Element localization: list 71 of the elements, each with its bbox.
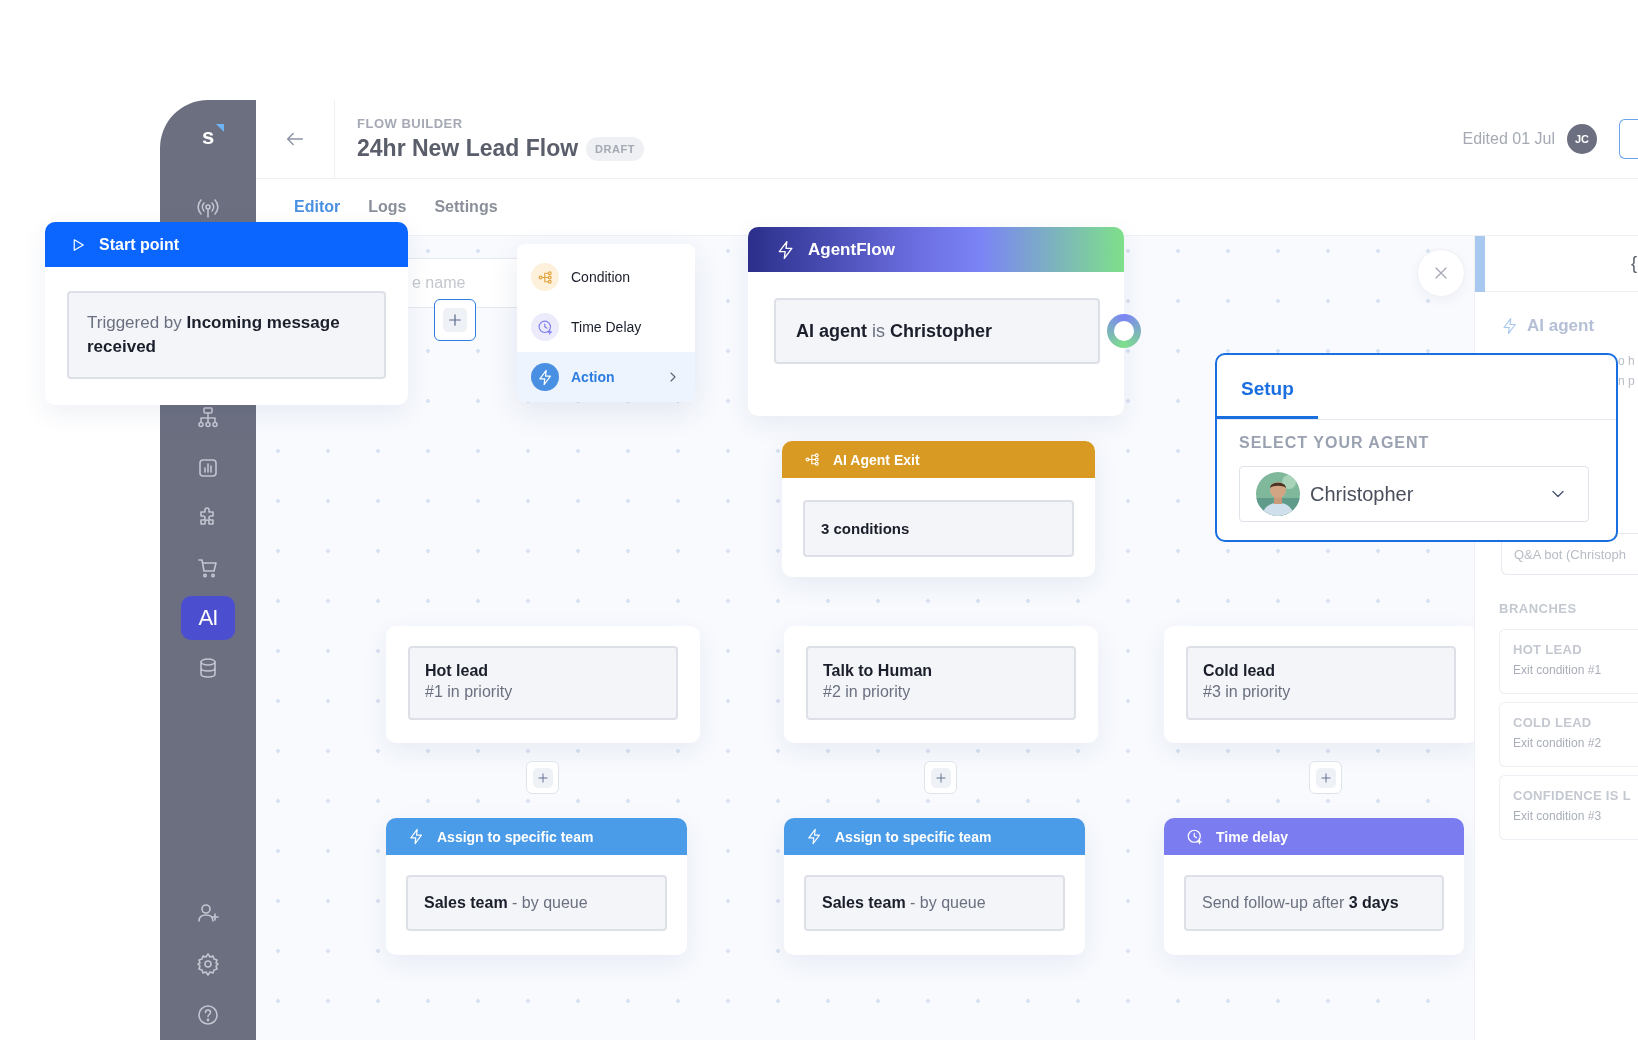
logo-mark-icon xyxy=(216,124,225,132)
tab[interactable]: Editor xyxy=(294,194,341,220)
hierarchy-icon xyxy=(196,406,220,430)
branch-item[interactable]: HOT LEAD Exit condition #1 xyxy=(1499,629,1638,694)
branch-priority: #1 in priority xyxy=(425,683,514,701)
flow-title: 24hr New Lead Flow xyxy=(357,135,579,162)
lightning-icon xyxy=(1501,317,1519,335)
panel-text: o h xyxy=(1618,354,1635,368)
lightning-icon xyxy=(408,828,425,845)
branch-name: COLD LEAD xyxy=(1513,715,1593,730)
chart-icon xyxy=(196,456,220,480)
close-button[interactable] xyxy=(1417,249,1465,297)
branch-item[interactable]: COLD LEAD Exit condition #2 xyxy=(1499,702,1638,767)
branch-title: Talk to Human xyxy=(823,662,934,680)
branch-priority: #3 in priority xyxy=(1203,683,1292,701)
panel-title: AI agent xyxy=(1527,316,1595,336)
header-button[interactable] xyxy=(1619,119,1638,159)
branch-item[interactable]: CONFIDENCE IS L Exit condition #3 xyxy=(1499,775,1638,840)
node-title: Assign to specific team xyxy=(835,828,992,845)
settings-icon xyxy=(196,952,220,976)
panel-text: n p xyxy=(1618,374,1635,388)
agent-select[interactable]: Christopher xyxy=(1239,466,1589,522)
status-badge: DRAFT xyxy=(586,136,644,161)
node-summary: Send follow-up after 3 days xyxy=(1184,875,1444,931)
sidebar-item[interactable]: AI xyxy=(181,596,235,640)
branch-priority: #2 in priority xyxy=(823,683,912,701)
tab[interactable]: Logs xyxy=(368,194,407,220)
broadcast-icon xyxy=(196,196,220,220)
help-icon xyxy=(196,1003,220,1027)
edited-date: Edited 01 Jul xyxy=(1462,130,1555,148)
clock-icon xyxy=(1186,827,1204,846)
plus-icon xyxy=(535,770,550,785)
panel-header-text: { xyxy=(1631,253,1637,274)
node-title: AgentFlow xyxy=(808,239,895,260)
logo: s xyxy=(201,124,215,149)
branch-condition: Exit condition #1 xyxy=(1513,663,1603,677)
node-title: Assign to specific team xyxy=(437,828,594,845)
branch-icon xyxy=(536,268,554,286)
node-title: AI Agent Exit xyxy=(833,451,920,468)
lightning-icon xyxy=(806,828,823,845)
panel-scroll-bar xyxy=(1475,236,1485,292)
node-title: Start point xyxy=(99,235,179,254)
node-summary: Sales team - by queue xyxy=(406,875,667,931)
node-summary: 3 conditions xyxy=(803,500,1074,557)
node-title: Time delay xyxy=(1216,828,1289,845)
branch-title: Cold lead xyxy=(1203,662,1276,680)
cart-icon xyxy=(196,556,220,580)
breadcrumb: FLOW BUILDER xyxy=(357,116,464,131)
clock-icon xyxy=(536,318,554,336)
tab[interactable]: Setup xyxy=(1217,378,1318,419)
user-avatar: JC xyxy=(1567,124,1597,154)
field-label: SELECT YOUR AGENT xyxy=(1239,434,1431,452)
lightning-icon xyxy=(536,368,554,386)
add-button[interactable] xyxy=(434,299,476,341)
branch-name: CONFIDENCE IS L xyxy=(1513,788,1632,803)
add-user-icon xyxy=(196,901,220,925)
node-summary: AI agent is Christopher xyxy=(774,298,1100,364)
branch-name: HOT LEAD xyxy=(1513,642,1583,657)
plus-icon xyxy=(933,770,948,785)
node-summary: Sales team - by queue xyxy=(804,875,1065,931)
plus-icon xyxy=(446,311,464,329)
plus-icon xyxy=(1318,770,1333,785)
tab[interactable]: Settings xyxy=(434,194,498,220)
connector-handle[interactable] xyxy=(1107,314,1141,348)
branch-icon xyxy=(804,451,821,468)
node-summary: Triggered by Incoming message received xyxy=(67,291,386,379)
section-label: BRANCHES xyxy=(1499,601,1577,616)
branch-title: Hot lead xyxy=(425,662,490,680)
branch-condition: Exit condition #3 xyxy=(1513,809,1603,823)
menu-item[interactable]: Action xyxy=(517,352,695,402)
branch-condition: Exit condition #2 xyxy=(1513,736,1603,750)
